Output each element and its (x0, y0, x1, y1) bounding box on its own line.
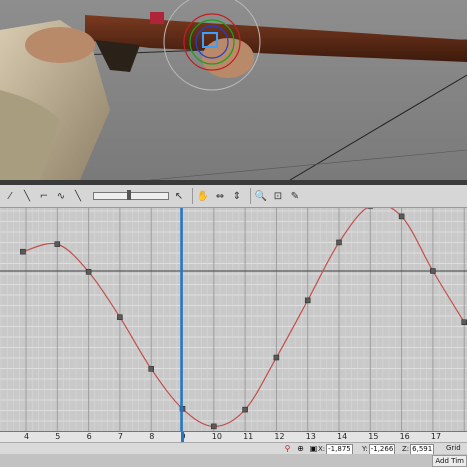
curve-key[interactable] (304, 297, 311, 304)
frame-tick-label: 7 (117, 432, 123, 441)
frame-tick-label: 13 (305, 432, 316, 441)
hand-left (25, 27, 95, 63)
y-label: Y: (362, 445, 368, 453)
z-coordinate: Z: 6,591 (402, 444, 435, 455)
curve-key[interactable] (336, 239, 342, 246)
frame-tick-label: 5 (55, 432, 61, 441)
frame-tick-label: 16 (399, 432, 410, 441)
frame-tick-label: 15 (368, 432, 379, 441)
rifle[interactable] (85, 15, 467, 62)
pin-icon[interactable]: ⚲ (283, 444, 292, 453)
curve-key[interactable] (273, 354, 280, 361)
toolbar-divider (192, 188, 193, 204)
hand-pan-icon[interactable]: ✋ (196, 189, 210, 203)
frame-tick-label: 14 (337, 432, 348, 441)
rifle-bolt-marker (150, 12, 164, 24)
curve-key[interactable] (54, 241, 61, 247)
3d-viewport[interactable] (0, 0, 467, 180)
zoom-region-icon[interactable]: ⊡ (271, 189, 285, 203)
tangent-fast-icon[interactable]: ╲ (71, 189, 85, 203)
tangent-icon[interactable]: ✎ (288, 189, 302, 203)
curve-key[interactable] (20, 248, 26, 255)
fit-vertical-icon[interactable]: ⇕ (230, 189, 244, 203)
curve-key[interactable] (117, 314, 123, 320)
frame-tick-label: 12 (274, 432, 285, 441)
curve-editor-toolbar: ⁄ ╲ ⌐ ∿ ╲ ↖ ✋ ⇔ ⇕ 🔍 ⊡ ✎ (0, 185, 467, 208)
tangent-linear-icon[interactable]: ╲ (20, 189, 34, 203)
curve-key[interactable] (398, 213, 405, 220)
curve-key[interactable] (85, 269, 92, 275)
tangent-tool-icon[interactable]: ↖ (172, 189, 186, 203)
add-time-tag-button[interactable]: Add Tim (432, 455, 467, 467)
lock-icon[interactable]: ▣ (309, 444, 318, 453)
tangent-slider[interactable] (93, 190, 169, 200)
x-label: X: (318, 445, 326, 453)
grid-readout: Grid = (446, 444, 467, 461)
tangent-smooth-icon[interactable]: ∿ (54, 189, 68, 203)
toolbar-divider (250, 188, 251, 204)
fit-horizontal-icon[interactable]: ⇔ (213, 189, 227, 203)
curve-key[interactable] (430, 268, 436, 274)
frame-tick-label: 17 (430, 432, 442, 441)
y-coordinate: Y: -1,266 (362, 444, 396, 455)
curve-key[interactable] (461, 319, 467, 325)
curve-key[interactable] (148, 366, 154, 372)
frame-tick-label: 6 (86, 432, 92, 441)
viewport-scene (0, 0, 467, 180)
frame-tick-label: 10 (211, 432, 222, 441)
frame-tick-label: 4 (24, 432, 30, 441)
x-coordinate: X: -1,875 (318, 444, 353, 455)
zoom-icon[interactable]: 🔍 (254, 189, 268, 203)
bottom-bar: ⊞ Add Tim (0, 454, 467, 467)
snap-icon[interactable]: ⊕ (296, 444, 305, 453)
z-label: Z: (402, 445, 410, 453)
key-move-icon[interactable]: ⁄ (3, 189, 17, 203)
function-curve-graph[interactable] (0, 208, 467, 431)
curve-key[interactable] (211, 423, 217, 430)
tangent-step-icon[interactable]: ⌐ (37, 189, 51, 203)
curve-key[interactable] (242, 406, 248, 413)
frame-tick-label: 11 (243, 432, 254, 441)
frame-tick-label: 8 (149, 432, 155, 441)
